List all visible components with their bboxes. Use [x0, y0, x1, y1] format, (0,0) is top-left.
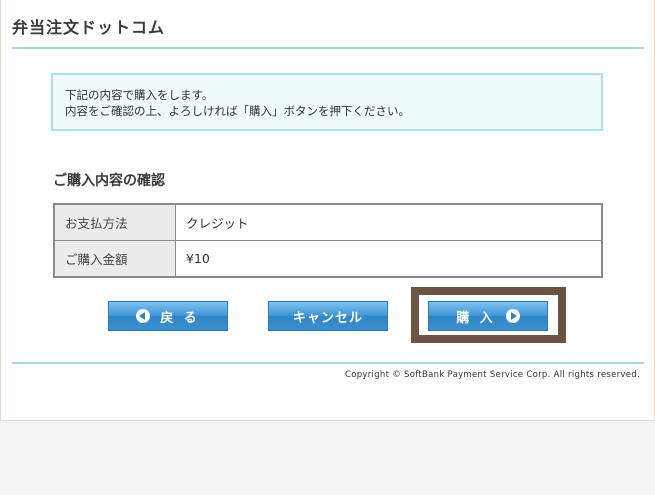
main-panel: 弁当注文ドットコム 下記の内容で購入をします。 内容をご確認の上、よろしければ「…	[0, 0, 655, 420]
back-button-label: 戻 る	[160, 310, 200, 326]
copyright-text: Copyright © SoftBank Payment Service Cor…	[344, 370, 640, 380]
table-row-amount: ご購入金額 ¥10	[53, 240, 603, 278]
cancel-button-label: キャンセル	[292, 310, 363, 326]
payment-method-label: お支払方法	[53, 203, 176, 241]
amount-label: ご購入金額	[53, 240, 176, 278]
table-row-payment-method: お支払方法 クレジット	[53, 203, 603, 241]
header-divider	[12, 47, 644, 49]
amount-value: ¥10	[175, 240, 603, 278]
arrow-right-icon	[505, 309, 520, 323]
payment-method-value: クレジット	[175, 203, 603, 241]
notice-line-1: 下記の内容で購入をします。	[65, 88, 214, 102]
arrow-left-icon	[136, 309, 151, 323]
notice-line-2: 内容をご確認の上、よろしければ「購入」ボタンを押下ください。	[65, 104, 410, 118]
notice-box: 下記の内容で購入をします。 内容をご確認の上、よろしければ「購入」ボタンを押下く…	[51, 73, 603, 131]
buy-button-label: 購 入	[456, 310, 496, 326]
buy-button[interactable]: 購 入	[428, 301, 548, 331]
site-title: 弁当注文ドットコム	[12, 18, 166, 37]
cancel-button[interactable]: キャンセル	[268, 301, 388, 331]
confirmation-table: お支払方法 クレジット ご購入金額 ¥10	[53, 203, 603, 278]
section-title: ご購入内容の確認	[53, 173, 165, 189]
page-footer-area	[0, 420, 655, 495]
footer-divider	[12, 362, 644, 364]
back-button[interactable]: 戻 る	[108, 301, 228, 331]
